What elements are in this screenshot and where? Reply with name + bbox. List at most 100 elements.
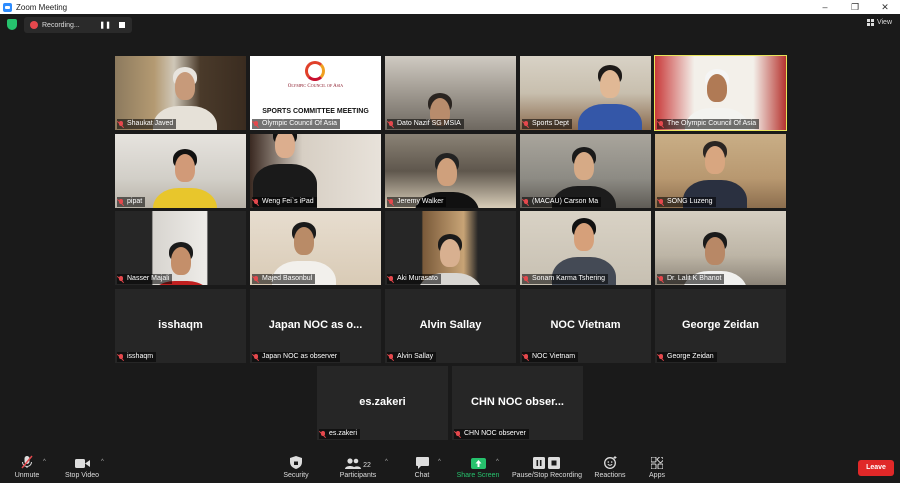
recording-label: Recording... <box>42 21 80 29</box>
muted-microphone-icon <box>253 353 259 361</box>
stop-video-label: Stop Video <box>64 472 100 479</box>
participant-tile[interactable]: Sonam Karma Tshering <box>520 211 651 285</box>
participant-display-name: George Zeidan <box>681 319 760 331</box>
reactions-smiley-icon <box>603 452 617 469</box>
apps-label: Apps <box>649 472 665 479</box>
participant-tile[interactable]: Alvin Sallay Alvin Sallay <box>385 289 516 363</box>
chat-label: Chat <box>414 472 430 479</box>
unmute-button[interactable]: Unmute <box>10 452 44 483</box>
slide-logo-text: Olympic Council of Asia <box>287 84 344 89</box>
grid-view-icon <box>866 19 874 26</box>
participant-tile[interactable]: Shaukat Javed <box>115 56 246 130</box>
unmute-label: Unmute <box>14 472 40 479</box>
participant-display-name: Alvin Sallay <box>419 319 482 331</box>
participant-name-label: es.zakeri <box>319 429 361 439</box>
chat-button[interactable]: Chat <box>406 452 438 483</box>
participant-tile[interactable]: NOC Vietnam NOC Vietnam <box>520 289 651 363</box>
participant-name-label: Majed Basonbul <box>252 274 316 284</box>
participants-icon: 22 <box>345 452 371 469</box>
participant-name-label: Nasser Majali <box>117 274 173 284</box>
stop-recording-icon[interactable] <box>119 22 125 28</box>
participant-name: Majed Basonbul <box>262 275 313 282</box>
slide-title: SPORTS COMMITTEE MEETING <box>262 108 369 115</box>
participant-tile[interactable]: Nasser Majali <box>115 211 246 285</box>
participant-display-name: es.zakeri <box>359 396 406 408</box>
security-button[interactable]: Security <box>278 452 314 483</box>
participant-name-label: Dr. Lalit K Bhanot <box>657 274 725 284</box>
muted-microphone-icon <box>523 198 529 206</box>
participant-tile[interactable]: (MACAU) Carson Ma <box>520 134 651 208</box>
muted-microphone-icon <box>658 120 664 128</box>
participant-tile[interactable]: isshaqm isshaqm <box>115 289 246 363</box>
encryption-shield-icon[interactable] <box>7 19 17 30</box>
participant-tile[interactable]: Dato Nazif SG MSIA <box>385 56 516 130</box>
participant-name-label: isshaqm <box>117 352 157 362</box>
muted-microphone-icon <box>118 353 124 361</box>
audio-options-caret[interactable]: ^ <box>43 459 46 465</box>
muted-microphone-icon <box>118 198 124 206</box>
participants-button[interactable]: 22 Participants <box>334 452 382 483</box>
muted-microphone-icon <box>658 198 664 206</box>
muted-microphone-icon <box>253 198 259 206</box>
participant-tile[interactable]: Japan NOC as o... Japan NOC as observer <box>250 289 381 363</box>
video-camera-icon <box>74 452 90 469</box>
participant-tile[interactable]: es.zakeri es.zakeri <box>317 366 448 440</box>
participant-name-label: Olympic Council Of Asia <box>252 119 341 129</box>
participant-name: Dr. Lalit K Bhanot <box>667 275 722 282</box>
participant-display-name: CHN NOC obser... <box>471 396 564 408</box>
participant-tile[interactable]: Weng Fei`s iPad <box>250 134 381 208</box>
participant-tile[interactable]: pipat <box>115 134 246 208</box>
leave-button[interactable]: Leave <box>858 460 894 476</box>
participant-name: Weng Fei`s iPad <box>262 198 314 205</box>
participant-name: Japan NOC as observer <box>262 353 338 360</box>
participants-label: Participants <box>339 472 377 479</box>
participant-tile[interactable]: Jeremy Walker <box>385 134 516 208</box>
participants-options-caret[interactable]: ^ <box>385 459 388 465</box>
participant-display-name: isshaqm <box>158 319 203 331</box>
participant-tile[interactable]: Olympic Council of Asia SPORTS COMMITTEE … <box>250 56 381 130</box>
participant-tile[interactable]: The Olympic Council Of Asia <box>654 55 787 131</box>
stop-video-button[interactable]: Stop Video <box>60 452 104 483</box>
participant-name-label: Shaukat Javed <box>117 119 177 129</box>
pause-recording-icon[interactable]: ❚❚ <box>99 21 111 29</box>
participant-tile[interactable]: Majed Basonbul <box>250 211 381 285</box>
muted-microphone-icon <box>658 353 664 361</box>
share-screen-icon <box>470 452 486 469</box>
share-screen-button[interactable]: Share Screen <box>454 452 502 483</box>
security-label: Security <box>283 472 309 479</box>
close-button[interactable]: ✕ <box>870 0 900 14</box>
participant-name: Sonam Karma Tshering <box>532 275 606 282</box>
muted-microphone-icon <box>658 275 664 283</box>
reactions-label: Reactions <box>594 472 626 479</box>
window-controls: – ❐ ✕ <box>810 0 900 14</box>
participant-name-label: Japan NOC as observer <box>252 352 341 362</box>
participant-name-label: Sonam Karma Tshering <box>522 274 609 284</box>
apps-button[interactable]: Apps <box>644 452 670 483</box>
muted-microphone-icon <box>253 275 259 283</box>
participant-display-name: Japan NOC as o... <box>268 319 363 331</box>
participant-name: es.zakeri <box>329 430 358 437</box>
share-screen-label: Share Screen <box>456 472 500 479</box>
participant-tile[interactable]: CHN NOC obser... CHN NOC observer <box>452 366 583 440</box>
share-options-caret[interactable]: ^ <box>496 459 499 465</box>
pause-stop-recording-button[interactable]: Pause/Stop Recording <box>509 452 585 483</box>
participant-name: Sports Dept <box>532 120 569 127</box>
participant-tile[interactable]: Aki Murasato <box>385 211 516 285</box>
participant-tile[interactable]: George Zeidan George Zeidan <box>655 289 786 363</box>
maximize-button[interactable]: ❐ <box>840 0 870 14</box>
oca-logo-icon <box>305 61 325 81</box>
minimize-button[interactable]: – <box>810 0 840 14</box>
participant-tile[interactable]: Dr. Lalit K Bhanot <box>655 211 786 285</box>
participant-name-label: NOC Vietnam <box>522 352 579 362</box>
reactions-button[interactable]: Reactions <box>592 452 628 483</box>
participant-name-label: Alvin Sallay <box>387 352 437 362</box>
participant-tile[interactable]: Sports Dept <box>520 56 651 130</box>
view-label: View <box>876 19 892 26</box>
participant-name-label: Weng Fei`s iPad <box>252 197 317 207</box>
participant-tile[interactable]: SONG Luzeng <box>655 134 786 208</box>
view-button[interactable]: View <box>866 19 892 26</box>
participant-name-label: (MACAU) Carson Ma <box>522 197 602 207</box>
video-options-caret[interactable]: ^ <box>101 459 104 465</box>
chat-options-caret[interactable]: ^ <box>438 459 441 465</box>
microphone-muted-icon <box>20 452 34 469</box>
